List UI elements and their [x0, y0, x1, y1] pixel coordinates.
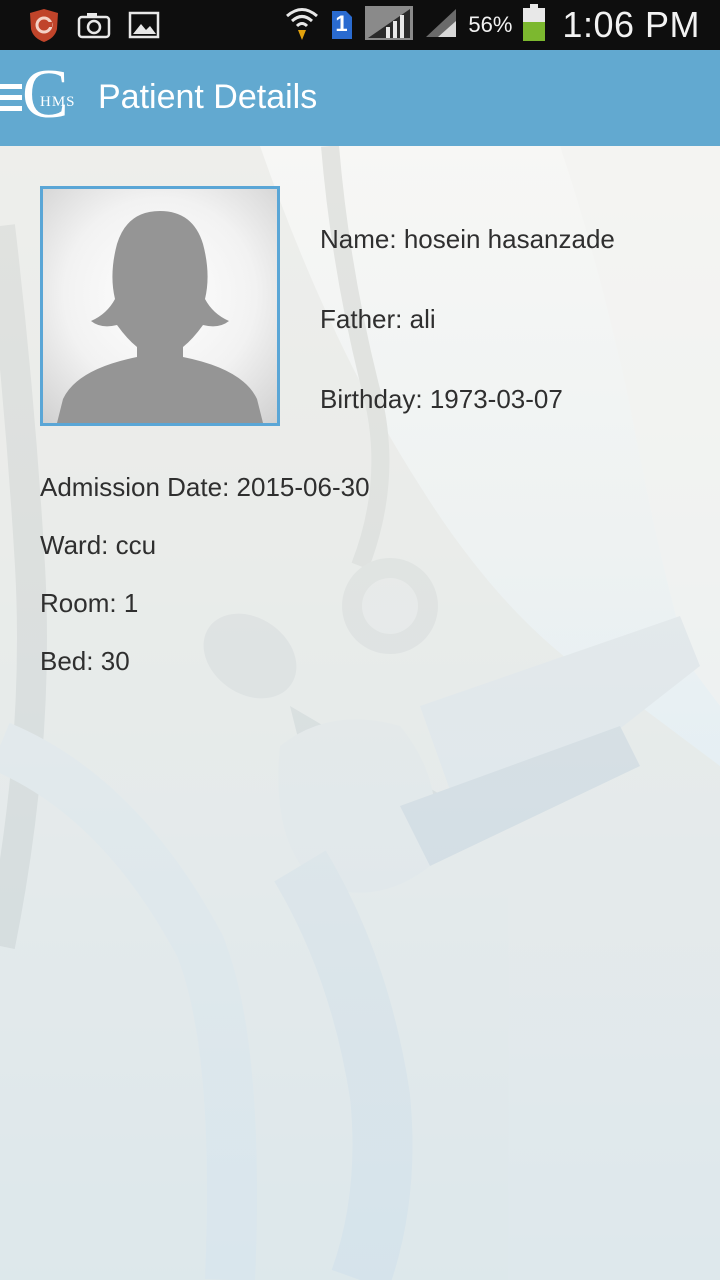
person-silhouette-icon: [57, 211, 263, 423]
ward-value: ccu: [115, 530, 157, 560]
battery-icon: [522, 3, 546, 47]
gallery-icon: [126, 7, 162, 43]
page-title: Patient Details: [98, 78, 318, 116]
shield-app-icon: [26, 7, 62, 43]
clock: 1:06 PM: [562, 4, 700, 45]
bed-label: Bed:: [40, 646, 94, 676]
room-label: Room:: [40, 588, 117, 618]
room: Room: 1: [40, 588, 138, 619]
status-bar: 1 56% 1:06 PM: [0, 0, 720, 50]
sim-badge: 1: [335, 11, 348, 36]
name-value: hosein hasanzade: [403, 224, 615, 254]
birthday-value: 1973-03-07: [429, 384, 563, 414]
admission-value: 2015-06-30: [236, 472, 370, 502]
father-value: ali: [409, 304, 436, 334]
camera-icon: [76, 7, 112, 43]
app-bar: C HMS Patient Details: [0, 50, 720, 146]
bed-value: 30: [100, 646, 130, 676]
ward-label: Ward:: [40, 530, 109, 560]
patient-name: Name: hosein hasanzade: [320, 224, 615, 255]
logo-sub: HMS: [40, 94, 76, 110]
app-logo[interactable]: C HMS: [22, 60, 92, 130]
bed: Bed: 30: [40, 646, 130, 677]
patient-photo: [40, 186, 280, 426]
battery-percent: 56%: [468, 12, 513, 37]
signal-secondary-icon: [424, 7, 458, 44]
father-label: Father:: [320, 304, 403, 334]
admission-date: Admission Date: 2015-06-30: [40, 472, 370, 503]
ward: Ward: ccu: [40, 530, 156, 561]
patient-birthday: Birthday: 1973-03-07: [320, 384, 563, 415]
signal-icon: [364, 5, 414, 46]
patient-father: Father: ali: [320, 304, 436, 335]
sim-icon: 1: [330, 9, 354, 41]
menu-icon[interactable]: [0, 84, 22, 112]
birthday-label: Birthday:: [320, 384, 423, 414]
name-label: Name:: [320, 224, 397, 254]
admission-label: Admission Date:: [40, 472, 230, 502]
patient-details-content: Name: hosein hasanzade Father: ali Birth…: [0, 146, 720, 1280]
wifi-icon: [284, 4, 320, 47]
room-value: 1: [123, 588, 139, 618]
